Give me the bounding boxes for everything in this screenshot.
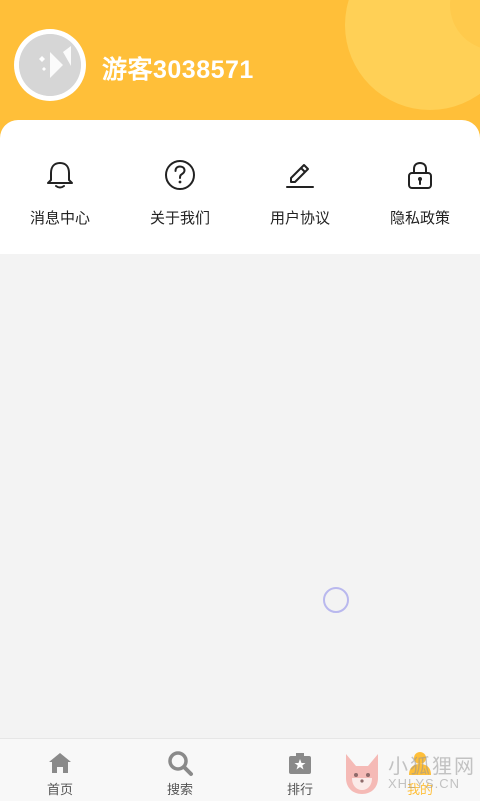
menu-card: 消息中心 关于我们 用户协议 隐私政策 — [0, 120, 480, 254]
tab-label: 我的 — [406, 782, 433, 797]
menu-item-message-center[interactable]: 消息中心 — [0, 120, 120, 254]
tab-rank[interactable]: 排行 — [240, 739, 360, 801]
tab-search[interactable]: 搜索 — [120, 739, 240, 801]
home-icon — [49, 753, 71, 773]
avatar-image — [19, 34, 81, 96]
tab-mine[interactable]: 我的 — [360, 739, 480, 801]
search-icon — [168, 751, 193, 776]
rank-icon — [289, 753, 311, 774]
menu-item-label: 隐私政策 — [389, 210, 450, 227]
bottom-tab-bar: 首页 搜索 排行 我的 — [0, 738, 480, 801]
menu-item-privacy-policy[interactable]: 隐私政策 — [360, 120, 480, 254]
menu-grid: 消息中心 关于我们 用户协议 隐私政策 — [0, 120, 480, 254]
user-icon — [409, 752, 431, 775]
menu-item-label: 关于我们 — [149, 210, 210, 227]
tab-label: 排行 — [286, 782, 313, 797]
loading-spinner — [323, 587, 349, 613]
lock-icon — [408, 161, 432, 189]
menu-item-user-agreement[interactable]: 用户协议 — [240, 120, 360, 254]
menu-item-label: 用户协议 — [269, 210, 330, 227]
tab-label: 首页 — [46, 782, 73, 797]
tab-label: 搜索 — [166, 782, 193, 797]
avatar[interactable] — [14, 29, 86, 101]
pen-icon — [286, 164, 314, 188]
menu-item-about-us[interactable]: 关于我们 — [120, 120, 240, 254]
menu-item-label: 消息中心 — [29, 210, 90, 227]
tab-home[interactable]: 首页 — [0, 739, 120, 801]
bell-icon — [47, 162, 73, 189]
question-circle-icon — [165, 160, 195, 190]
username: 游客3038571 — [102, 56, 254, 84]
avatar-placeholder-icon — [19, 34, 81, 96]
